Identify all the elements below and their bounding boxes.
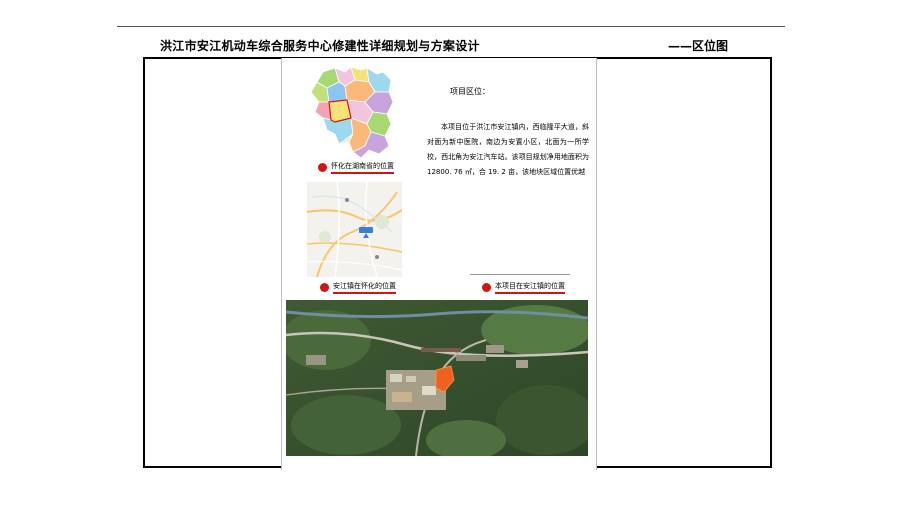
- header-rule: [117, 26, 785, 27]
- caption-rule: [470, 274, 570, 275]
- document-title: 洪江市安江机动车综合服务中心修建性详细规划与方案设计: [160, 39, 480, 53]
- section-title: ——区位图: [668, 39, 729, 53]
- caption-project: 本项目在安江镇的位置: [482, 281, 565, 294]
- description-body: 本项目位于洪江市安江镇内，西临隆平大道，斜对面为新中医院，南边为安置小区，北面为…: [427, 123, 589, 176]
- description-heading: 项目区位：: [450, 87, 490, 96]
- satellite-photo: [286, 300, 588, 456]
- caption-province: 怀化在湖南省的位置: [318, 161, 394, 174]
- caption-city: 安江镇在怀化的位置: [320, 281, 396, 294]
- province-map: [310, 66, 394, 159]
- red-dot-icon: [318, 163, 327, 172]
- red-dot-icon: [482, 283, 491, 292]
- city-map: [307, 182, 402, 277]
- red-dot-icon: [320, 283, 329, 292]
